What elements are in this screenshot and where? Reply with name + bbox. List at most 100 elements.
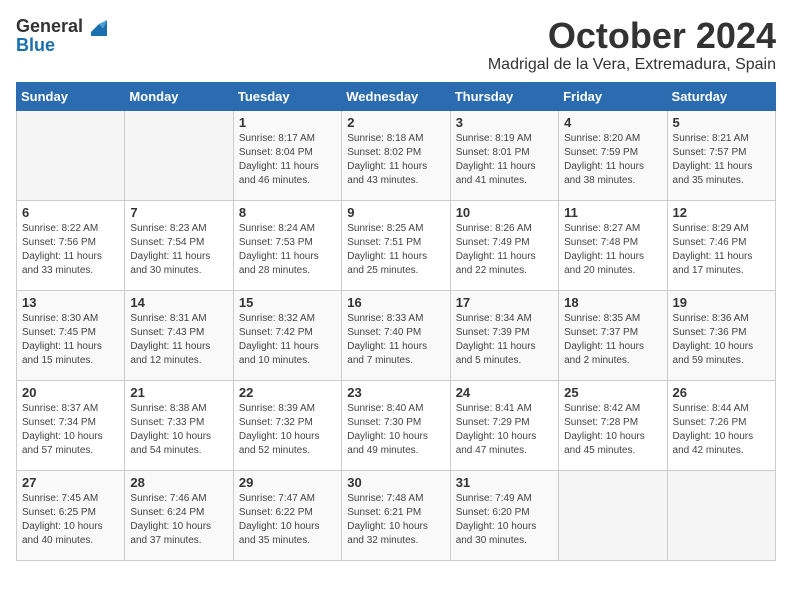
day-number: 12 — [673, 205, 770, 220]
day-info: Sunrise: 8:31 AMSunset: 7:43 PMDaylight:… — [130, 312, 227, 368]
calendar-cell: 26 Sunrise: 8:44 AMSunset: 7:26 PMDayligh… — [667, 380, 775, 470]
location-title: Madrigal de la Vera, Extremadura, Spain — [488, 56, 776, 74]
day-info: Sunrise: 8:22 AMSunset: 7:56 PMDaylight:… — [22, 222, 119, 278]
day-info: Sunrise: 8:25 AMSunset: 7:51 PMDaylight:… — [347, 222, 444, 278]
calendar-table: SundayMondayTuesdayWednesdayThursdayFrid… — [16, 82, 776, 561]
calendar-cell: 13Sunrise: 8:30 AMSunset: 7:45 PMDayligh… — [17, 290, 125, 380]
day-number: 21 — [130, 385, 227, 400]
day-number: 20 — [22, 385, 119, 400]
calendar-cell: 5Sunrise: 8:21 AMSunset: 7:57 PMDaylight… — [667, 110, 775, 200]
calendar-cell: 4Sunrise: 8:20 AMSunset: 7:59 PMDaylight… — [559, 110, 667, 200]
day-number: 26 — [673, 385, 770, 400]
day-info: Sunrise: 8:35 AMSunset: 7:37 PMDaylight:… — [564, 312, 661, 368]
day-number: 5 — [673, 115, 770, 130]
day-number: 15 — [239, 295, 336, 310]
day-info: Sunrise: 8:38 AMSunset: 7:33 PMDaylight:… — [130, 402, 227, 458]
day-info: Sunrise: 8:34 AMSunset: 7:39 PMDaylight:… — [456, 312, 553, 368]
day-info: Sunrise: 8:32 AMSunset: 7:42 PMDaylight:… — [239, 312, 336, 368]
day-number: 24 — [456, 385, 553, 400]
calendar-cell: 12 Sunrise: 8:29 AMSunset: 7:46 PMDayligh… — [667, 200, 775, 290]
day-number: 10 — [456, 205, 553, 220]
day-info: Sunrise: 8:37 AMSunset: 7:34 PMDaylight:… — [22, 402, 119, 458]
calendar-week-row: 27Sunrise: 7:45 AMSunset: 6:25 PMDayligh… — [17, 470, 776, 560]
calendar-cell: 20 Sunrise: 8:37 AMSunset: 7:34 PMDayligh… — [17, 380, 125, 470]
calendar-cell: 27Sunrise: 7:45 AMSunset: 6:25 PMDayligh… — [17, 470, 125, 560]
calendar-cell: 14Sunrise: 8:31 AMSunset: 7:43 PMDayligh… — [125, 290, 233, 380]
day-number: 7 — [130, 205, 227, 220]
calendar-cell: 17 Sunrise: 8:34 AMSunset: 7:39 PMDayligh… — [450, 290, 558, 380]
day-number: 25 — [564, 385, 661, 400]
logo-general-text: General — [16, 17, 83, 35]
weekday-header: Thursday — [450, 82, 558, 110]
day-number: 19 — [673, 295, 770, 310]
calendar-cell: 1 Sunrise: 8:17 AMSunset: 8:04 PMDaylight… — [233, 110, 341, 200]
day-info: Sunrise: 8:40 AMSunset: 7:30 PMDaylight:… — [347, 402, 444, 458]
day-number: 13 — [22, 295, 119, 310]
day-info: Sunrise: 7:46 AMSunset: 6:24 PMDaylight:… — [130, 492, 227, 548]
day-info: Sunrise: 8:23 AMSunset: 7:54 PMDaylight:… — [130, 222, 227, 278]
day-info: Sunrise: 8:36 AMSunset: 7:36 PMDaylight:… — [673, 312, 770, 368]
weekday-header-row: SundayMondayTuesdayWednesdayThursdayFrid… — [17, 82, 776, 110]
day-number: 8 — [239, 205, 336, 220]
calendar-cell: 8 Sunrise: 8:24 AMSunset: 7:53 PMDaylight… — [233, 200, 341, 290]
calendar-week-row: 6 Sunrise: 8:22 AMSunset: 7:56 PMDaylight… — [17, 200, 776, 290]
day-info: Sunrise: 8:24 AMSunset: 7:53 PMDaylight:… — [239, 222, 336, 278]
day-info: Sunrise: 7:47 AMSunset: 6:22 PMDaylight:… — [239, 492, 336, 548]
day-number: 6 — [22, 205, 119, 220]
day-number: 11 — [564, 205, 661, 220]
calendar-cell — [17, 110, 125, 200]
day-number: 16 — [347, 295, 444, 310]
calendar-cell: 7 Sunrise: 8:23 AMSunset: 7:54 PMDaylight… — [125, 200, 233, 290]
weekday-header: Friday — [559, 82, 667, 110]
calendar-cell: 23Sunrise: 8:40 AMSunset: 7:30 PMDayligh… — [342, 380, 450, 470]
calendar-cell: 29 Sunrise: 7:47 AMSunset: 6:22 PMDayligh… — [233, 470, 341, 560]
day-info: Sunrise: 8:17 AMSunset: 8:04 PMDaylight:… — [239, 132, 336, 188]
day-info: Sunrise: 8:42 AMSunset: 7:28 PMDaylight:… — [564, 402, 661, 458]
weekday-header: Tuesday — [233, 82, 341, 110]
day-info: Sunrise: 8:41 AMSunset: 7:29 PMDaylight:… — [456, 402, 553, 458]
calendar-cell: 11 Sunrise: 8:27 AMSunset: 7:48 PMDayligh… — [559, 200, 667, 290]
day-number: 9 — [347, 205, 444, 220]
day-number: 29 — [239, 475, 336, 490]
day-info: Sunrise: 7:49 AMSunset: 6:20 PMDaylight:… — [456, 492, 553, 548]
weekday-header: Monday — [125, 82, 233, 110]
day-number: 2 — [347, 115, 444, 130]
day-info: Sunrise: 8:26 AMSunset: 7:49 PMDaylight:… — [456, 222, 553, 278]
title-area: October 2024 Madrigal de la Vera, Extrem… — [488, 16, 776, 74]
day-info: Sunrise: 8:44 AMSunset: 7:26 PMDaylight:… — [673, 402, 770, 458]
calendar-week-row: 1 Sunrise: 8:17 AMSunset: 8:04 PMDaylight… — [17, 110, 776, 200]
day-number: 1 — [239, 115, 336, 130]
day-info: Sunrise: 8:29 AMSunset: 7:46 PMDaylight:… — [673, 222, 770, 278]
calendar-cell — [667, 470, 775, 560]
day-info: Sunrise: 8:18 AMSunset: 8:02 PMDaylight:… — [347, 132, 444, 188]
day-number: 31 — [456, 475, 553, 490]
day-number: 17 — [456, 295, 553, 310]
day-info: Sunrise: 8:39 AMSunset: 7:32 PMDaylight:… — [239, 402, 336, 458]
calendar-cell: 24 Sunrise: 8:41 AMSunset: 7:29 PMDayligh… — [450, 380, 558, 470]
day-info: Sunrise: 8:19 AMSunset: 8:01 PMDaylight:… — [456, 132, 553, 188]
month-title: October 2024 — [488, 16, 776, 56]
calendar-cell: 9 Sunrise: 8:25 AMSunset: 7:51 PMDaylight… — [342, 200, 450, 290]
day-number: 4 — [564, 115, 661, 130]
day-info: Sunrise: 8:33 AMSunset: 7:40 PMDaylight:… — [347, 312, 444, 368]
calendar-cell: 31 Sunrise: 7:49 AMSunset: 6:20 PMDayligh… — [450, 470, 558, 560]
calendar-cell: 10 Sunrise: 8:26 AMSunset: 7:49 PMDayligh… — [450, 200, 558, 290]
page-header: General Blue October 2024 Madrigal de la… — [16, 16, 776, 74]
calendar-cell: 18Sunrise: 8:35 AMSunset: 7:37 PMDayligh… — [559, 290, 667, 380]
calendar-cell — [559, 470, 667, 560]
calendar-cell: 19 Sunrise: 8:36 AMSunset: 7:36 PMDayligh… — [667, 290, 775, 380]
calendar-week-row: 20 Sunrise: 8:37 AMSunset: 7:34 PMDayligh… — [17, 380, 776, 470]
day-info: Sunrise: 8:27 AMSunset: 7:48 PMDaylight:… — [564, 222, 661, 278]
calendar-cell: 2 Sunrise: 8:18 AMSunset: 8:02 PMDaylight… — [342, 110, 450, 200]
calendar-cell: 21 Sunrise: 8:38 AMSunset: 7:33 PMDayligh… — [125, 380, 233, 470]
logo-icon — [85, 14, 107, 36]
day-number: 28 — [130, 475, 227, 490]
calendar-week-row: 13Sunrise: 8:30 AMSunset: 7:45 PMDayligh… — [17, 290, 776, 380]
day-info: Sunrise: 7:48 AMSunset: 6:21 PMDaylight:… — [347, 492, 444, 548]
day-number: 3 — [456, 115, 553, 130]
weekday-header: Saturday — [667, 82, 775, 110]
calendar-cell: 22 Sunrise: 8:39 AMSunset: 7:32 PMDayligh… — [233, 380, 341, 470]
day-number: 22 — [239, 385, 336, 400]
calendar-cell: 28 Sunrise: 7:46 AMSunset: 6:24 PMDayligh… — [125, 470, 233, 560]
weekday-header: Sunday — [17, 82, 125, 110]
